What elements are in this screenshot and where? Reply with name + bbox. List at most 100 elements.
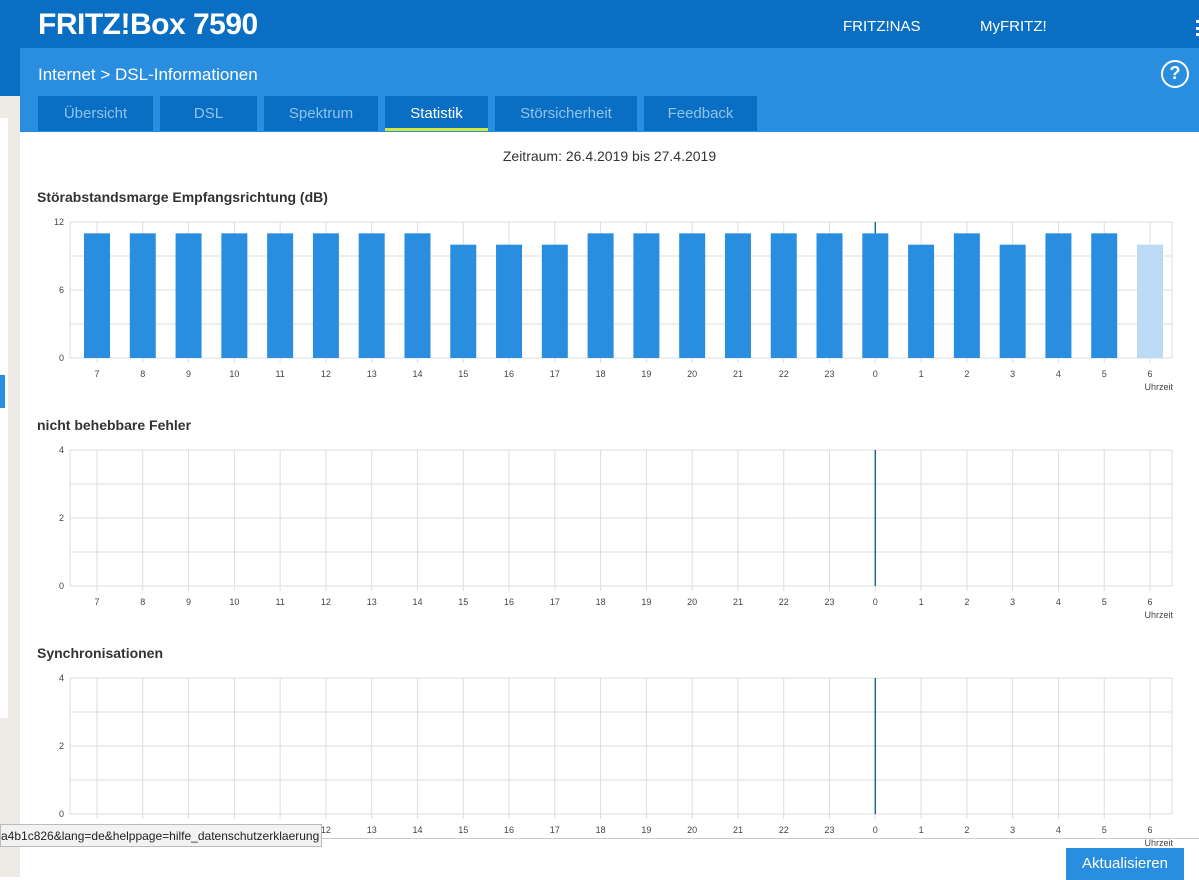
x-tick-label: 4 <box>1056 369 1061 379</box>
x-tick-label: 8 <box>140 597 145 607</box>
chart-title-sync: Synchronisationen <box>37 645 164 661</box>
x-tick-label: 4 <box>1056 825 1061 835</box>
fritznas-link[interactable]: FRITZ!NAS <box>843 18 921 35</box>
x-tick-label: 17 <box>550 825 560 835</box>
y-tick-label: 4 <box>59 445 64 455</box>
x-axis-label: Uhrzeit <box>1144 610 1173 620</box>
x-tick-label: 13 <box>367 825 377 835</box>
x-tick-label: 4 <box>1056 597 1061 607</box>
y-tick-label: 0 <box>59 353 64 363</box>
x-tick-label: 0 <box>873 369 878 379</box>
sidebar <box>0 48 20 877</box>
x-tick-label: 0 <box>873 597 878 607</box>
y-tick-label: 6 <box>59 285 64 295</box>
x-tick-label: 1 <box>919 597 924 607</box>
x-tick-label: 3 <box>1010 825 1015 835</box>
bar <box>496 244 523 358</box>
bar <box>1045 233 1072 358</box>
x-axis-label: Uhrzeit <box>1144 838 1173 848</box>
x-tick-label: 2 <box>964 597 969 607</box>
x-tick-label: 13 <box>367 369 377 379</box>
x-tick-label: 5 <box>1102 597 1107 607</box>
sidebar-active-item[interactable] <box>0 375 5 408</box>
tab-feedback[interactable]: Feedback <box>644 96 757 131</box>
bar <box>175 233 202 358</box>
y-tick-label: 0 <box>59 809 64 819</box>
chart-errors: 7 8 9 10 11 12 13 14 15 16 17 18 19 20 21 22 23 0 1 2 3 4 5 602… <box>59 445 1174 620</box>
help-circle-icon[interactable]: ? <box>1161 60 1189 88</box>
chart-title-errors: nicht behebbare Fehler <box>37 417 192 433</box>
x-tick-label: 19 <box>641 825 651 835</box>
myfritz-link[interactable]: MyFRITZ! <box>980 18 1047 35</box>
tab-dsl[interactable]: DSL <box>160 96 257 131</box>
refresh-button[interactable]: Aktualisieren <box>1066 848 1184 880</box>
x-tick-label: 20 <box>687 597 697 607</box>
tab-spektrum[interactable]: Spektrum <box>264 96 378 131</box>
x-tick-label: 15 <box>458 597 468 607</box>
x-tick-label: 16 <box>504 369 514 379</box>
x-tick-label: 8 <box>140 369 145 379</box>
bar <box>633 233 660 358</box>
x-tick-label: 22 <box>779 369 789 379</box>
x-tick-label: 10 <box>229 597 239 607</box>
sub-header: Internet > DSL-Informationen ? Übersicht… <box>20 48 1199 132</box>
tab-statistik[interactable]: Statistik <box>385 96 488 131</box>
x-tick-label: 13 <box>367 597 377 607</box>
bar <box>312 233 339 358</box>
bar <box>816 233 843 358</box>
x-tick-label: 19 <box>641 369 651 379</box>
x-tick-label: 22 <box>779 597 789 607</box>
bar <box>450 244 477 358</box>
x-tick-label: 18 <box>596 597 606 607</box>
chart-title-snr: Störabstandsmarge Empfangsrichtung (dB) <box>37 189 328 205</box>
x-tick-label: 1 <box>919 369 924 379</box>
bar <box>129 233 156 358</box>
bar <box>587 233 614 358</box>
y-tick-label: 2 <box>59 513 64 523</box>
x-tick-label: 15 <box>458 369 468 379</box>
x-tick-label: 10 <box>229 369 239 379</box>
bar <box>862 233 889 358</box>
bar <box>1091 233 1118 358</box>
x-tick-label: 18 <box>596 369 606 379</box>
x-tick-label: 6 <box>1147 369 1152 379</box>
x-tick-label: 9 <box>186 597 191 607</box>
tab-übersicht[interactable]: Übersicht <box>38 96 153 131</box>
bar <box>908 244 935 358</box>
x-axis-label: Uhrzeit <box>1144 382 1173 392</box>
x-tick-label: 23 <box>825 825 835 835</box>
x-tick-label: 21 <box>733 597 743 607</box>
x-tick-label: 1 <box>919 825 924 835</box>
bar <box>1137 244 1163 358</box>
bar <box>724 233 751 358</box>
x-tick-label: 17 <box>550 597 560 607</box>
x-tick-label: 3 <box>1010 597 1015 607</box>
x-tick-label: 12 <box>321 825 331 835</box>
x-tick-label: 7 <box>94 369 99 379</box>
x-tick-label: 12 <box>321 597 331 607</box>
x-tick-label: 23 <box>825 597 835 607</box>
bar <box>358 233 385 358</box>
x-tick-label: 11 <box>275 597 284 607</box>
x-tick-label: 19 <box>641 597 651 607</box>
y-tick-label: 0 <box>59 581 64 591</box>
x-tick-label: 5 <box>1102 825 1107 835</box>
x-tick-label: 23 <box>825 369 835 379</box>
y-tick-label: 12 <box>54 217 64 227</box>
x-tick-label: 20 <box>687 369 697 379</box>
bar <box>84 233 110 358</box>
tab-störsicherheit[interactable]: Störsicherheit <box>495 96 637 131</box>
x-tick-label: 3 <box>1010 369 1015 379</box>
x-tick-label: 14 <box>412 825 422 835</box>
bar <box>953 233 980 358</box>
tab-bar: Übersicht DSL Spektrum Statistik Störsicherh… <box>38 96 757 131</box>
x-tick-label: 2 <box>964 825 969 835</box>
bar <box>267 233 294 358</box>
x-tick-label: 16 <box>504 597 514 607</box>
x-tick-label: 20 <box>687 825 697 835</box>
x-tick-label: 21 <box>733 825 743 835</box>
bar <box>221 233 248 358</box>
breadcrumb: Internet > DSL-Informationen <box>38 65 258 84</box>
x-tick-label: 16 <box>504 825 514 835</box>
chart-snr: 7 8 9 10 11 12 13 14 15 16 17 18 19 20 21 22 23 0 1 2 3 4 5 606… <box>54 217 1174 392</box>
